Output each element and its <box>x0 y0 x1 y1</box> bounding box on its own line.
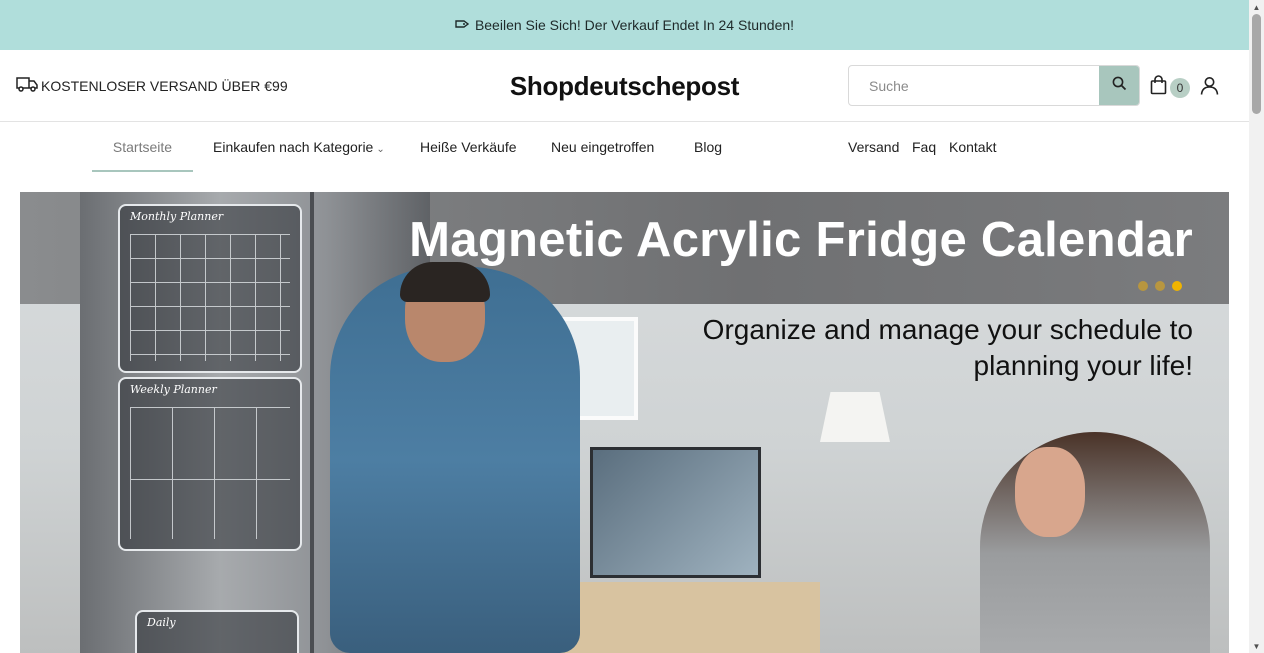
search-button[interactable] <box>1099 66 1139 105</box>
nav-item-kontakt[interactable]: Kontakt <box>949 122 996 172</box>
cart-button[interactable]: 0 <box>1150 75 1190 100</box>
free-shipping-notice: KOSTENLOSER VERSAND ÜBER €99 <box>16 76 288 95</box>
planner-grid <box>130 407 290 539</box>
user-icon <box>1200 77 1219 99</box>
scrollbar-thumb[interactable] <box>1252 14 1261 114</box>
free-shipping-text: KOSTENLOSER VERSAND ÜBER €99 <box>41 77 288 94</box>
panel-title: Monthly Planner <box>130 210 224 223</box>
scroll-up-arrow-icon[interactable]: ▲ <box>1249 0 1264 14</box>
nav-item-startseite[interactable]: Startseite <box>92 122 193 172</box>
truck-icon <box>16 76 41 95</box>
panel-title: Daily <box>147 616 176 629</box>
weekly-planner-board: Weekly Planner <box>118 377 302 551</box>
nav-item-heisse-verkaeufe[interactable]: Heiße Verkäufe <box>420 122 517 172</box>
discount-tag-icon <box>455 18 470 32</box>
nav-item-einkaufen-nach-kategorie[interactable]: Einkaufen nach Kategorie ⌄ <box>213 122 385 172</box>
site-logo[interactable]: Shopdeutschepost <box>510 71 740 101</box>
cart-count-badge: 0 <box>1170 77 1190 98</box>
nav-item-label: Einkaufen nach Kategorie <box>213 139 374 155</box>
television <box>590 447 761 578</box>
hero-subtitle: Organize and manage your schedule to pla… <box>702 314 1193 381</box>
nav-item-neu-eingetroffen[interactable]: Neu eingetroffen <box>551 122 654 172</box>
slider-dots <box>1138 281 1189 291</box>
search-icon <box>1112 76 1127 96</box>
hero-title: Magnetic Acrylic Fridge Calendar <box>409 213 1193 267</box>
announcement-bar: Beeilen Sie Sich! Der Verkauf Endet In 2… <box>0 0 1249 50</box>
nav-item-blog[interactable]: Blog <box>694 122 722 172</box>
slider-dot-2[interactable] <box>1155 281 1165 291</box>
tv-cabinet <box>560 582 820 653</box>
fridge-door-gap <box>310 192 314 653</box>
planner-grid <box>130 234 290 361</box>
search-input[interactable] <box>849 66 1099 105</box>
slider-dot-3[interactable] <box>1172 281 1182 291</box>
search-box <box>848 65 1140 106</box>
main-navigation: Startseite Einkaufen nach Kategorie ⌄ Hei… <box>0 122 1249 172</box>
slider-dot-1[interactable] <box>1138 281 1148 291</box>
man-hair <box>400 262 490 302</box>
shopping-bag-icon <box>1150 75 1167 100</box>
woman-figure <box>980 432 1210 653</box>
account-button[interactable] <box>1200 76 1219 100</box>
woman-face <box>1015 447 1085 537</box>
scroll-down-arrow-icon[interactable]: ▼ <box>1249 639 1264 653</box>
panel-title: Weekly Planner <box>130 383 217 396</box>
nav-item-faq[interactable]: Faq <box>912 122 936 172</box>
daily-planner-board: Daily <box>135 610 299 653</box>
page-scrollbar[interactable]: ▲ ▼ <box>1249 0 1264 653</box>
nav-item-versand[interactable]: Versand <box>848 122 899 172</box>
chevron-down-icon: ⌄ <box>376 144 385 155</box>
hero-banner[interactable]: Monthly Planner Weekly Planner Daily Mag… <box>20 192 1229 653</box>
announcement-text: Beeilen Sie Sich! Der Verkauf Endet In 2… <box>474 17 795 33</box>
monthly-planner-board: Monthly Planner <box>118 204 302 373</box>
floor-lamp <box>820 392 890 442</box>
site-header: KOSTENLOSER VERSAND ÜBER €99 Shopdeutsch… <box>0 50 1249 122</box>
